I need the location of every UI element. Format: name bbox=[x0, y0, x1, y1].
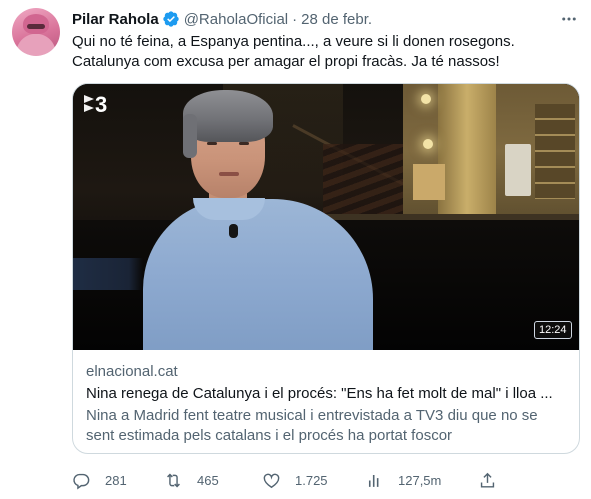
tweet-date[interactable]: 28 de febr. bbox=[301, 11, 372, 28]
link-card[interactable]: 3 12:24 elnacional.cat Nina renega de Ca… bbox=[72, 83, 580, 454]
tweet[interactable]: Pilar Rahola @RaholaOficial · 28 de febr… bbox=[0, 0, 591, 499]
tv3-logo-text: 3 bbox=[95, 92, 107, 115]
views-button[interactable]: 127,5m bbox=[365, 468, 441, 492]
stage-table bbox=[413, 164, 445, 200]
card-title[interactable]: Nina renega de Catalunya i el procés: "E… bbox=[86, 384, 570, 404]
tv3-logo: 3 bbox=[84, 92, 107, 115]
reply-button[interactable]: 281 bbox=[72, 468, 127, 492]
stage-lamp bbox=[423, 139, 433, 149]
hair-side bbox=[183, 114, 197, 158]
retweet-button[interactable]: 465 bbox=[164, 468, 219, 492]
tweet-text: Qui no té feina, a Espanya pentina..., a… bbox=[72, 33, 515, 70]
verified-badge-icon bbox=[163, 11, 179, 27]
retweet-icon bbox=[167, 473, 180, 487]
card-description: Nina a Madrid fent teatre musical i entr… bbox=[86, 407, 538, 444]
collar bbox=[193, 198, 265, 220]
stage-curtain bbox=[438, 84, 496, 214]
card-domain: elnacional.cat bbox=[86, 363, 178, 380]
tweet-header: Pilar Rahola @RaholaOficial · 28 de febr… bbox=[72, 9, 372, 29]
share-button[interactable] bbox=[478, 468, 497, 492]
header-separator: · bbox=[292, 10, 298, 28]
reply-count: 281 bbox=[105, 472, 127, 488]
stage-fridge bbox=[505, 144, 531, 196]
share-icon bbox=[480, 472, 495, 488]
video-duration: 12:24 bbox=[534, 321, 572, 339]
author-handle[interactable]: @RaholaOficial bbox=[184, 11, 288, 28]
views-chart-icon bbox=[368, 474, 379, 487]
more-options-button[interactable] bbox=[558, 8, 580, 30]
like-button[interactable]: 1.725 bbox=[262, 468, 328, 492]
tweet-actions: 281 465 1.725 127,5m bbox=[72, 468, 512, 492]
author-name[interactable]: Pilar Rahola bbox=[72, 11, 159, 28]
avatar-glasses bbox=[27, 24, 45, 29]
retweet-count: 465 bbox=[197, 472, 219, 488]
stage-lamp bbox=[421, 94, 431, 104]
eye bbox=[239, 142, 249, 145]
interviewee bbox=[113, 84, 373, 350]
like-count: 1.725 bbox=[295, 472, 328, 488]
sweater bbox=[143, 199, 373, 350]
avatar[interactable] bbox=[12, 8, 60, 56]
stage-shelf bbox=[535, 104, 575, 199]
mouth bbox=[219, 172, 239, 176]
views-count: 127,5m bbox=[398, 472, 442, 488]
heart-icon bbox=[263, 473, 280, 488]
video-thumbnail[interactable]: 3 12:24 bbox=[73, 84, 579, 350]
more-horizontal-icon bbox=[562, 17, 576, 21]
microphone bbox=[229, 224, 238, 238]
reply-icon bbox=[73, 473, 90, 489]
eye bbox=[207, 142, 217, 145]
